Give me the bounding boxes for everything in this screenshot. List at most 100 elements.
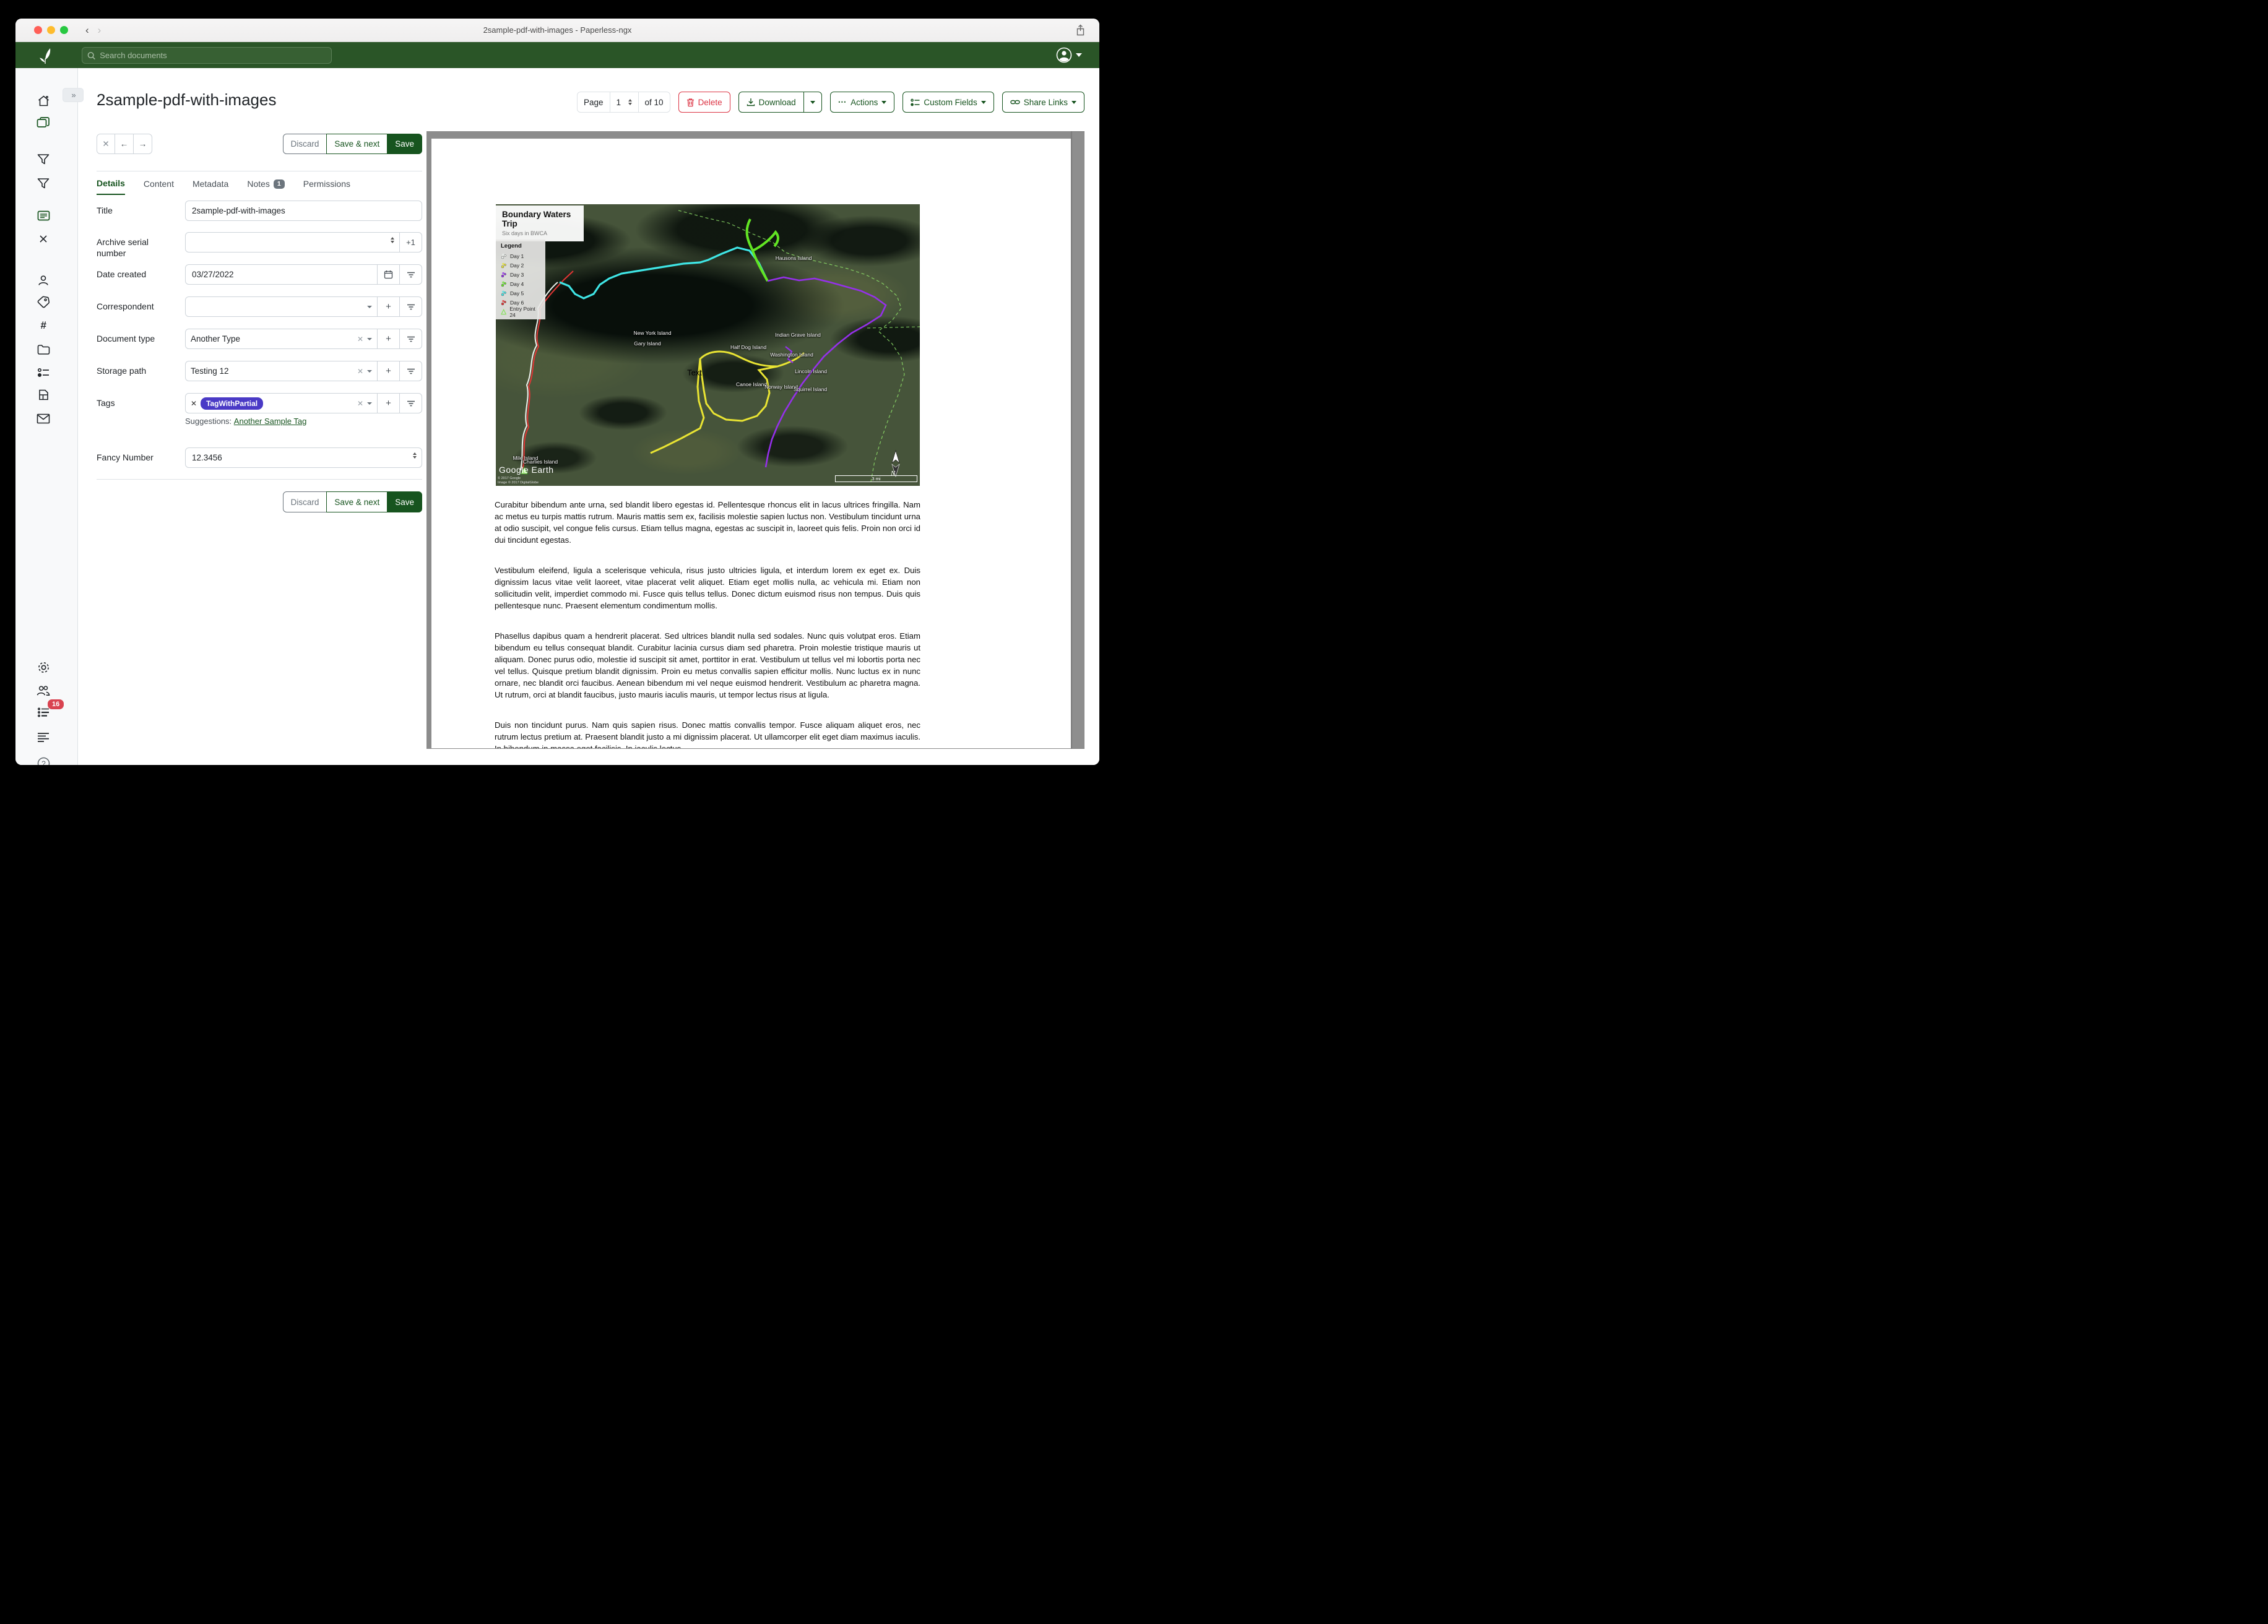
sidebar-item-correspondents[interactable]	[37, 274, 50, 287]
date-suggestions-button[interactable]	[399, 264, 422, 285]
download-options-button[interactable]	[803, 92, 822, 113]
save-next-button[interactable]: Save & next	[326, 134, 387, 154]
sidebar-item-saved-processing[interactable]	[37, 388, 50, 402]
tab-notes[interactable]: Notes1	[247, 178, 284, 195]
add-correspondent-button[interactable]: +	[377, 296, 400, 317]
search-input[interactable]	[100, 51, 326, 60]
route-marker-icon	[501, 253, 507, 259]
caret-down-icon	[981, 101, 986, 104]
correspondent-filter-button[interactable]	[399, 296, 422, 317]
clear-icon[interactable]: ✕	[357, 399, 363, 408]
actions-dropdown-button[interactable]: ⋯ Actions	[830, 92, 895, 113]
save-button[interactable]: Save	[387, 134, 422, 154]
asn-input[interactable]	[185, 232, 400, 253]
tab-metadata[interactable]: Metadata	[193, 178, 228, 195]
island-label: Canoe Island	[736, 381, 767, 387]
download-button[interactable]: Download	[738, 92, 804, 113]
sidebar-item-tags[interactable]	[37, 295, 50, 309]
trash-icon	[686, 98, 695, 107]
island-label: Charlies Island	[523, 459, 558, 465]
sidebar-item-document-types[interactable]: #	[37, 319, 50, 332]
sidebar-item-users-groups[interactable]	[37, 684, 50, 698]
add-storage-path-button[interactable]: +	[377, 361, 400, 381]
tag-chip[interactable]: TagWithPartial	[201, 397, 263, 410]
user-menu[interactable]	[1056, 47, 1082, 63]
sidebar-item-saved-view-1[interactable]	[37, 152, 50, 166]
document-type-filter-button[interactable]	[399, 329, 422, 349]
remove-tag-icon[interactable]: ✕	[191, 399, 197, 408]
sidebar-item-open-document[interactable]	[37, 209, 50, 222]
clear-icon[interactable]: ✕	[357, 367, 363, 376]
add-tag-button[interactable]: +	[377, 393, 400, 413]
map-copyright-2: Image © 2017 DigitalGlobe	[498, 481, 539, 485]
save-next-button[interactable]: Save & next	[326, 491, 387, 512]
document-actions: Page 1 of 10 Delete Download	[577, 92, 1084, 113]
sidebar-item-mail[interactable]	[37, 412, 50, 425]
clear-icon[interactable]: ✕	[357, 335, 363, 343]
tab-content[interactable]: Content	[144, 178, 174, 195]
correspondent-select[interactable]	[185, 296, 378, 317]
storage-path-select[interactable]: Testing 12 ✕	[185, 361, 378, 381]
zoom-window-button[interactable]	[60, 26, 68, 34]
storage-path-filter-button[interactable]	[399, 361, 422, 381]
share-icon[interactable]	[1075, 24, 1086, 40]
delete-button[interactable]: Delete	[678, 92, 730, 113]
download-split-button: Download	[738, 92, 822, 113]
sidebar-item-saved-view-2[interactable]	[37, 176, 50, 190]
sidebar-item-documentation[interactable]: ?	[37, 756, 50, 765]
chevron-down-icon	[367, 338, 372, 340]
legend-item: Entry Point 24	[501, 307, 540, 316]
legend-item: Day 2	[501, 261, 540, 270]
close-window-button[interactable]	[34, 26, 42, 34]
fancy-number-input[interactable]	[185, 447, 422, 468]
discard-button[interactable]: Discard	[283, 491, 327, 512]
paragraph: Vestibulum eleifend, ligula a scelerisqu…	[495, 564, 920, 611]
title-input[interactable]	[185, 201, 422, 221]
asn-spinner[interactable]	[391, 237, 394, 243]
document-type-select[interactable]: Another Type ✕	[185, 329, 378, 349]
tags-select[interactable]: ✕ TagWithPartial ✕	[185, 393, 378, 413]
tag-suggestion-link[interactable]: Another Sample Tag	[234, 417, 307, 426]
tasks-count-badge: 16	[48, 699, 64, 709]
close-document-button[interactable]: ✕	[97, 134, 115, 154]
tags-filter-button[interactable]	[399, 393, 422, 413]
island-label: Gary Island	[634, 340, 660, 347]
previous-document-button[interactable]: ←	[115, 134, 134, 154]
add-document-type-button[interactable]: +	[377, 329, 400, 349]
sidebar-expand-button[interactable]: »	[63, 88, 84, 102]
sidebar-item-storage-paths[interactable]	[37, 343, 50, 356]
island-label: New York Island	[634, 330, 672, 336]
island-label: Half Dog Island	[730, 344, 766, 350]
asn-plus-one-button[interactable]: +1	[399, 232, 422, 253]
link-icon	[1010, 98, 1020, 106]
sidebar-item-documents[interactable]	[37, 116, 50, 130]
preview-scrollbar[interactable]	[1071, 131, 1084, 749]
paperless-logo-icon[interactable]	[37, 46, 54, 67]
next-document-button[interactable]: →	[133, 134, 152, 154]
sidebar-item-settings[interactable]	[37, 660, 50, 674]
share-links-dropdown-button[interactable]: Share Links	[1002, 92, 1084, 113]
route-marker-icon	[501, 272, 507, 278]
tab-details[interactable]: Details	[97, 178, 125, 195]
sidebar-item-logs[interactable]	[37, 730, 50, 744]
page-count-label: of 10	[639, 98, 670, 107]
page-spinner[interactable]	[626, 99, 634, 105]
tab-permissions[interactable]: Permissions	[303, 178, 350, 195]
save-button[interactable]: Save	[387, 491, 422, 512]
date-created-input[interactable]	[185, 264, 378, 285]
fancy-number-spinner[interactable]	[413, 452, 417, 459]
page-title: 2sample-pdf-with-images	[97, 90, 276, 110]
minimize-window-button[interactable]	[47, 26, 55, 34]
sidebar-item-custom-fields[interactable]	[37, 366, 50, 379]
sidebar-item-dashboard[interactable]	[37, 94, 50, 108]
browser-back-icon[interactable]: ‹	[85, 24, 89, 37]
filter-lines-icon	[407, 303, 415, 311]
custom-fields-dropdown-button[interactable]: Custom Fields	[902, 92, 993, 113]
sidebar-close-all-documents-button[interactable]	[37, 232, 50, 246]
browser-forward-icon[interactable]: ›	[98, 24, 102, 37]
calendar-button[interactable]	[377, 264, 400, 285]
page-number-input[interactable]: 1	[610, 92, 639, 112]
discard-button[interactable]: Discard	[283, 134, 327, 154]
save-group-top: Discard Save & next Save	[283, 134, 422, 154]
storage-path-field-label: Storage path	[97, 365, 180, 376]
